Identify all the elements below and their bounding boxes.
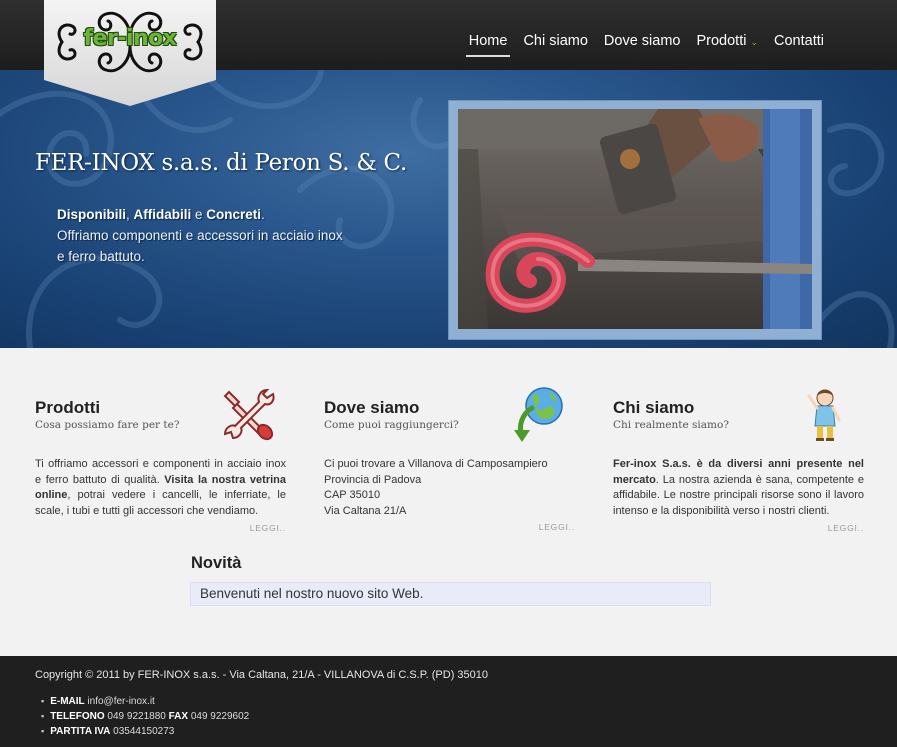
vat-label: PARTITA IVA [50, 726, 111, 737]
logo-badge-shape [44, 0, 216, 106]
tagline-separator: . [261, 207, 265, 222]
read-more-link[interactable]: LEGGI.. [35, 523, 286, 533]
read-more-link[interactable]: LEGGI.. [613, 523, 864, 533]
footer-copyright: Copyright © 2011 by FER-INOX s.a.s. - Vi… [35, 669, 488, 681]
vat-value: 03544150273 [110, 726, 175, 737]
anvil-scene-illustration [458, 109, 812, 329]
hero-line-3: e ferro battuto. [57, 249, 145, 264]
hero-banner: FER-INOX s.a.s. di Peron S. & C. Disponi… [0, 70, 897, 348]
logo-text: fer-inox [83, 26, 177, 51]
nav-contatti[interactable]: Contatti [766, 33, 832, 49]
phone-value: 049 9221880 [104, 711, 169, 722]
email-label: E-MAIL [50, 696, 85, 707]
tools-icon [223, 388, 275, 441]
news-item-text: Benvenuti nel nostro nuovo sito Web. [200, 586, 424, 601]
phone-label: TELEFONO [50, 711, 105, 722]
hero-title: FER-INOX s.a.s. di Peron S. & C. [35, 150, 407, 176]
logo[interactable]: fer-inox [44, 0, 216, 106]
tagline-word-1: Disponibili [57, 207, 126, 222]
footer-contact-list: E-MAIL info@fer-inox.it TELEFONO 049 922… [41, 694, 249, 739]
address-line: Via Caltana 21/A [324, 504, 407, 517]
nav-dove-siamo[interactable]: Dove siamo [596, 33, 689, 49]
column-prodotti: Prodotti Cosa possiamo fare per te? Ti o… [35, 388, 286, 533]
fax-value: 049 9229602 [188, 711, 250, 722]
tagline-word-3: Concreti [206, 207, 262, 222]
tagline-word-2: Affidabili [133, 207, 192, 222]
column-dove-siamo: Dove siamo Come puoi raggiungerci? Ci pu… [324, 387, 575, 532]
main-nav: Home Chi siamo Dove siamo Prodotti ⌄ Cont… [461, 33, 832, 57]
footer-phone: TELEFONO 049 9221880 FAX 049 9229602 [41, 709, 249, 724]
globe-arrow-icon [514, 387, 563, 442]
body-text: , potrai vedere i cancelli, le inferriat… [35, 489, 286, 517]
nav-prodotti-label: Prodotti [696, 33, 747, 49]
footer-vat: PARTITA IVA 03544150273 [41, 724, 249, 739]
column-body: Fer-inox S.a.s. è da diversi anni presen… [613, 457, 864, 519]
nav-chi-siamo[interactable]: Chi siamo [515, 33, 595, 49]
column-chi-siamo: Chi siamo Chi realmente siamo? Fer-inox … [613, 389, 864, 533]
person-waving-icon [807, 389, 841, 441]
news-title: Novità [191, 554, 242, 572]
tagline-separator: , [126, 207, 134, 222]
column-body: Ci puoi trovare a Villanova di Camposamp… [324, 457, 575, 519]
nav-prodotti[interactable]: Prodotti ⌄ [688, 33, 766, 49]
column-body: Ti offriamo accessori e componenti in ac… [35, 457, 286, 519]
hero-line-2: Offriamo componenti e accessori in accia… [57, 228, 343, 243]
address-line: Ci puoi trovare a Villanova di Camposamp… [324, 458, 548, 470]
footer: Copyright © 2011 by FER-INOX s.a.s. - Vi… [0, 656, 897, 747]
address-line: CAP 35010 [324, 489, 381, 501]
hero-photo-blacksmith [458, 109, 812, 329]
fax-label: FAX [168, 711, 189, 722]
read-more-link[interactable]: LEGGI.. [324, 522, 575, 532]
hero-tagline: Disponibili, Affidabili e Concreti. Offr… [57, 204, 377, 267]
email-value[interactable]: info@fer-inox.it [85, 696, 154, 707]
nav-home[interactable]: Home [461, 33, 516, 57]
news-item[interactable]: Benvenuti nel nostro nuovo sito Web. [190, 582, 711, 606]
address-line: Provincia di Padova [324, 473, 422, 486]
tagline-separator: e [191, 207, 207, 222]
chevron-down-icon: ⌄ [750, 37, 759, 47]
footer-email: E-MAIL info@fer-inox.it [41, 694, 249, 709]
